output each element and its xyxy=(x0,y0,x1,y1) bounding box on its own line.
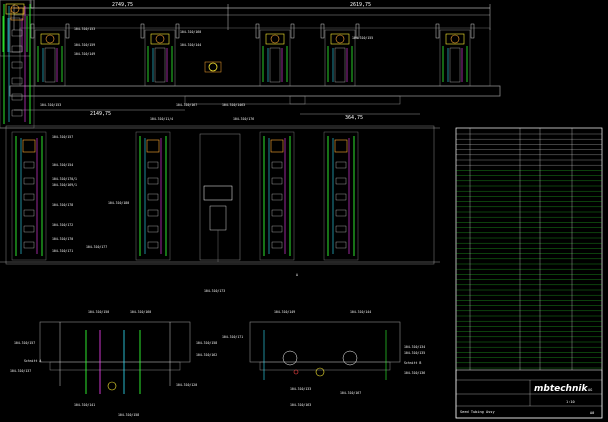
callout: 104.310/170 xyxy=(52,237,73,241)
callout: 104.310/144 xyxy=(350,310,371,314)
dim-bottom-right: 364,75 xyxy=(345,115,363,121)
callout: 104.310/171 xyxy=(222,335,243,339)
callout: 104.310/1463 xyxy=(222,103,245,107)
callout: 104.310/177 xyxy=(86,245,107,249)
callout: 104.310/173 xyxy=(204,289,225,293)
callout: 104.310/144 xyxy=(180,43,201,47)
callout: 104.310/141 xyxy=(74,403,95,407)
callout: 104.310/157 xyxy=(14,341,35,345)
parts-list-grid xyxy=(456,133,602,369)
callout: 104.310/150 xyxy=(88,310,109,314)
callout: 104.310/167 xyxy=(340,391,361,395)
callout: 104.310/171 xyxy=(52,249,73,253)
section-mark-a: A xyxy=(296,273,298,277)
callout: 104.310/120 xyxy=(176,383,197,387)
callout: 104.310/149 xyxy=(74,52,95,56)
drawing-title: Seed Tubing Assy xyxy=(460,410,495,414)
cad-drawing-canvas[interactable]: 2749,75 2619,75 2149,75 364,75 104.310/1… xyxy=(0,0,608,422)
section-view-b: Schnitt B xyxy=(249,321,421,380)
section-label-b: Schnitt B xyxy=(404,361,421,365)
callout: 104.310/157 xyxy=(52,135,73,139)
callout: 104.310/153 xyxy=(40,103,61,107)
callout: 104.310/136 xyxy=(404,371,425,375)
callout: 104.310/167 xyxy=(176,103,197,107)
callout: 104.310/153 xyxy=(74,27,95,31)
callout: 104.310/160 xyxy=(130,310,151,314)
callout: 104.310/158 xyxy=(196,341,217,345)
sheet-size: A0 xyxy=(590,411,594,415)
company-suffix: AG xyxy=(588,388,592,392)
dim-bottom-left: 2149,75 xyxy=(90,111,111,117)
section-label-a: Schnitt A xyxy=(24,359,41,363)
top-elevation-view: 2749,75 2619,75 2149,75 364,75 104.310/1… xyxy=(0,0,501,121)
callout: 104.310/133 xyxy=(290,387,311,391)
plan-unit xyxy=(0,0,35,129)
overall-dim-right: 2619,75 xyxy=(350,2,371,8)
callout: 104.310/158 xyxy=(118,413,139,417)
callout: 104.310/176 xyxy=(233,117,254,121)
title-block: mbtechnik AG Seed Tubing Assy 1:10 A0 xyxy=(455,127,603,419)
callout: 104.310/149 xyxy=(274,310,295,314)
callout: 104.310/162 xyxy=(196,353,217,357)
callout: 104.310/172 xyxy=(52,223,73,227)
callout: 104.310/160 xyxy=(180,30,201,34)
callout: 104.310/169/1 xyxy=(52,183,77,187)
callout: 104.310/178 xyxy=(52,203,73,207)
callout: 104.310/11/4 xyxy=(150,117,173,121)
callout: 104.310/170/1 xyxy=(52,177,77,181)
plan-view: 104.310/157 104.310/154 104.310/170/1 10… xyxy=(0,0,440,293)
callout: 104.310/137 xyxy=(10,369,31,373)
company-logo: mbtechnik xyxy=(534,384,588,394)
callout: 104.310/163 xyxy=(290,403,311,407)
callout: 104.310/154 xyxy=(52,163,73,167)
callout: 104.310/180 xyxy=(108,201,129,205)
callout: 104.310/135 xyxy=(404,351,425,355)
callout: 104.310/155 xyxy=(352,36,373,40)
callout: 104.310/134 xyxy=(404,345,425,349)
drawing-scale: 1:10 xyxy=(566,400,575,404)
overall-dim-left: 2749,75 xyxy=(112,2,133,8)
section-view-a: Schnitt A xyxy=(24,321,191,394)
callout: 104.310/159 xyxy=(74,43,95,47)
